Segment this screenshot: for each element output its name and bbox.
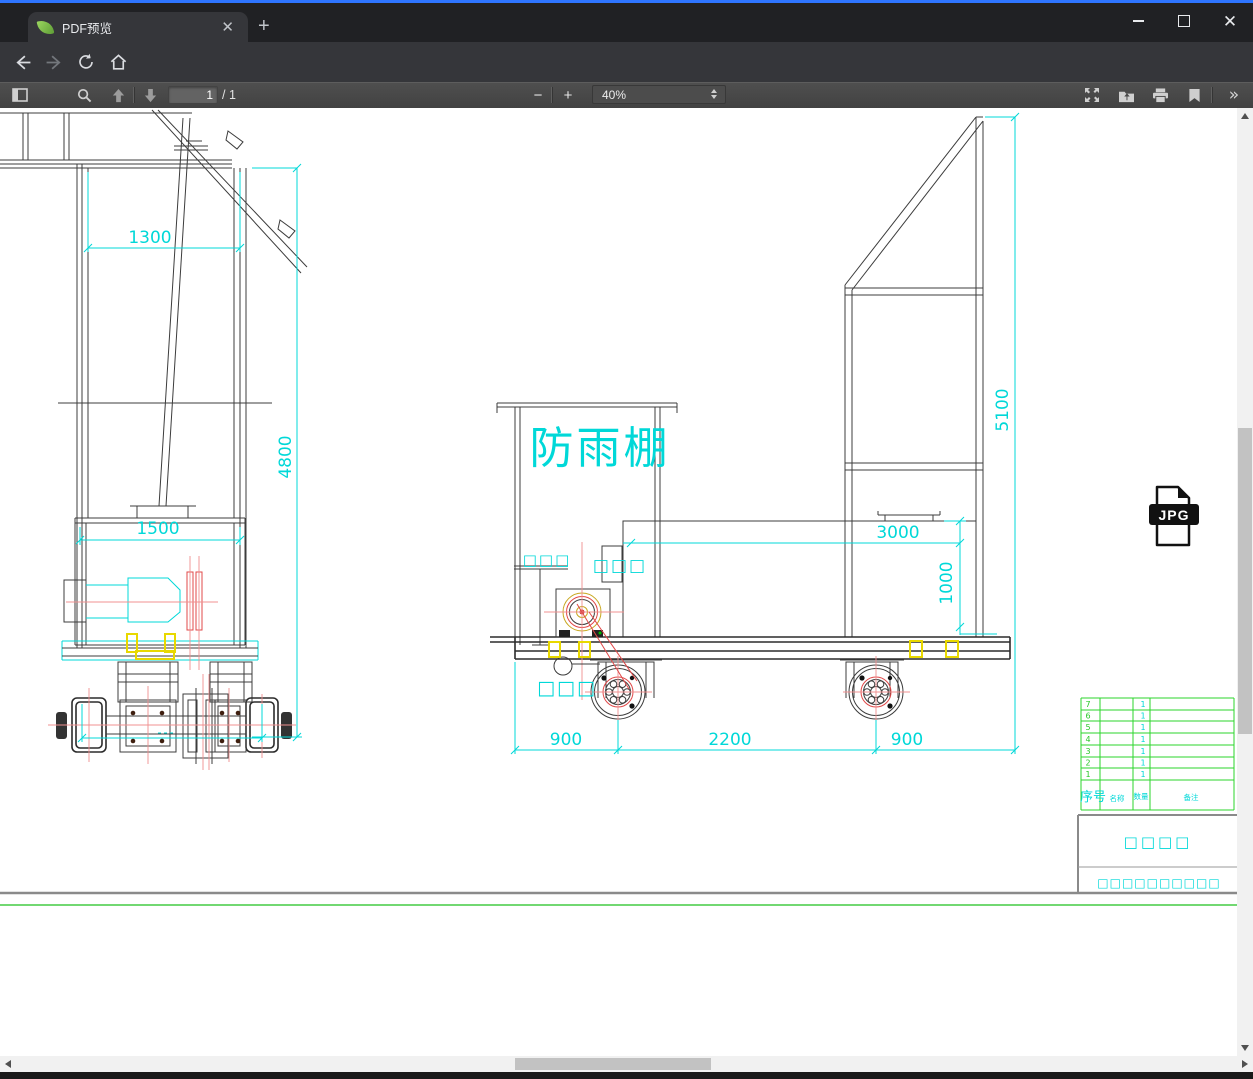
zoom-level-select[interactable]: 40% — [592, 85, 726, 104]
header-note: 备注 — [1184, 792, 1200, 802]
row-no: 3 — [1085, 747, 1090, 756]
header-name: 名称 — [1110, 793, 1126, 803]
toolbar-divider — [551, 87, 553, 103]
row-qty: 1 — [1140, 759, 1145, 768]
open-file-icon[interactable] — [1114, 82, 1138, 108]
row-qty: 1 — [1140, 770, 1145, 779]
dim-1500: 1500 — [136, 519, 179, 539]
bookmark-view-icon[interactable] — [1182, 82, 1206, 108]
page-number-input[interactable] — [168, 86, 218, 104]
jpg-label: JPG — [1158, 507, 1189, 523]
minimize-button[interactable] — [1115, 3, 1161, 39]
tab-close-icon[interactable]: ✕ — [217, 18, 238, 37]
dim-2200: 2200 — [708, 730, 751, 750]
dim-1300: 1300 — [128, 228, 171, 248]
pdf-toolbar: / 1 − + 40% » — [0, 82, 1253, 109]
side-view-wheels — [585, 656, 910, 740]
window-controls: ✕ — [1115, 3, 1253, 39]
more-tools-icon[interactable]: » — [1222, 82, 1246, 108]
zoom-out-button[interactable]: − — [528, 82, 548, 108]
front-view-linework — [0, 109, 308, 764]
window-bottom-edge — [0, 1072, 1253, 1079]
row-qty: 1 — [1140, 712, 1145, 721]
maximize-button[interactable] — [1161, 3, 1207, 39]
browser-window: PDF预览 ✕ + ✕ localhost:8012/onlinePreview… — [0, 0, 1253, 1079]
scroll-up-icon[interactable] — [1241, 113, 1249, 119]
sidebar-toggle-icon[interactable] — [8, 82, 32, 108]
cad-drawing-canvas: 1300 4800 1500 防雨棚 □□□ □□□ □□□ 3000 1000… — [0, 109, 1237, 906]
dim-900-right: 900 — [891, 730, 923, 750]
title-placeholder: □□□□ — [1124, 833, 1193, 851]
row-qty: 1 — [1140, 747, 1145, 756]
vertical-scrollbar[interactable] — [1237, 108, 1253, 1056]
dim-3000: 3000 — [876, 523, 919, 543]
jpg-file-icon: JPG — [1149, 485, 1199, 547]
dim-1000: 1000 — [937, 561, 957, 604]
tofu-text-a: □□□ — [523, 551, 572, 569]
close-button[interactable]: ✕ — [1207, 3, 1253, 39]
tofu-text-b: □□□ — [593, 556, 647, 576]
horizontal-scrollbar[interactable] — [0, 1056, 1253, 1072]
row-qty: 1 — [1140, 723, 1145, 732]
select-arrows-icon — [711, 89, 717, 99]
forward-icon[interactable] — [40, 48, 68, 76]
page-up-icon[interactable] — [106, 82, 130, 108]
vertical-scroll-thumb[interactable] — [1238, 428, 1252, 734]
back-icon[interactable] — [8, 48, 36, 76]
side-view-linework — [490, 116, 1011, 698]
row-qty: 1 — [1140, 700, 1145, 709]
row-no: 7 — [1085, 700, 1090, 709]
presentation-mode-icon[interactable] — [1080, 82, 1104, 108]
page-down-icon[interactable] — [138, 82, 162, 108]
navigation-bar: localhost:8012/onlinePreview?url=http%3A… — [0, 42, 1253, 118]
row-no: 6 — [1085, 712, 1090, 721]
titlebar: PDF预览 ✕ + ✕ — [0, 3, 1253, 42]
spring-leaf-favicon — [36, 18, 55, 36]
new-tab-button[interactable]: + — [258, 15, 270, 38]
home-icon[interactable] — [104, 48, 132, 76]
row-no: 2 — [1085, 759, 1090, 768]
scroll-right-icon[interactable] — [1242, 1060, 1248, 1068]
scroll-down-icon[interactable] — [1241, 1045, 1249, 1051]
toolbar-divider — [133, 87, 135, 103]
horizontal-scroll-thumb[interactable] — [515, 1058, 711, 1070]
browser-tab[interactable]: PDF预览 ✕ — [28, 12, 248, 42]
zoom-level-value: 40% — [602, 87, 627, 102]
tab-title: PDF预览 — [62, 21, 113, 36]
canopy-label: 防雨棚 — [530, 423, 671, 474]
tofu-text-c: □□□ — [537, 677, 597, 699]
dim-4800: 4800 — [276, 435, 296, 478]
front-view-dimensions: 1300 4800 1500 — [75, 163, 302, 743]
dim-900-left: 900 — [550, 730, 582, 750]
zoom-in-button[interactable]: + — [558, 82, 578, 108]
row-no: 4 — [1085, 735, 1090, 744]
pdf-page-viewport: 1300 4800 1500 防雨棚 □□□ □□□ □□□ 3000 1000… — [0, 108, 1237, 1056]
toolbar-divider — [1211, 87, 1213, 103]
dim-5100: 5100 — [993, 388, 1013, 431]
print-icon[interactable] — [1148, 82, 1172, 108]
scroll-left-icon[interactable] — [5, 1060, 11, 1068]
header-no: 序号 — [1080, 790, 1106, 805]
page-total-label: / 1 — [222, 88, 236, 102]
row-no: 5 — [1085, 723, 1090, 732]
reload-icon[interactable] — [72, 48, 100, 76]
row-no: 1 — [1085, 770, 1090, 779]
row-qty: 1 — [1140, 735, 1145, 744]
header-qty: 数量 — [1134, 791, 1150, 801]
title-block: 7 6 5 4 3 2 1 1 1 1 1 1 1 1 序号 名称 数量 备注 — [1077, 697, 1237, 893]
code-placeholder: □□□□□□□□□□ — [1097, 876, 1220, 890]
search-icon[interactable] — [72, 82, 96, 108]
